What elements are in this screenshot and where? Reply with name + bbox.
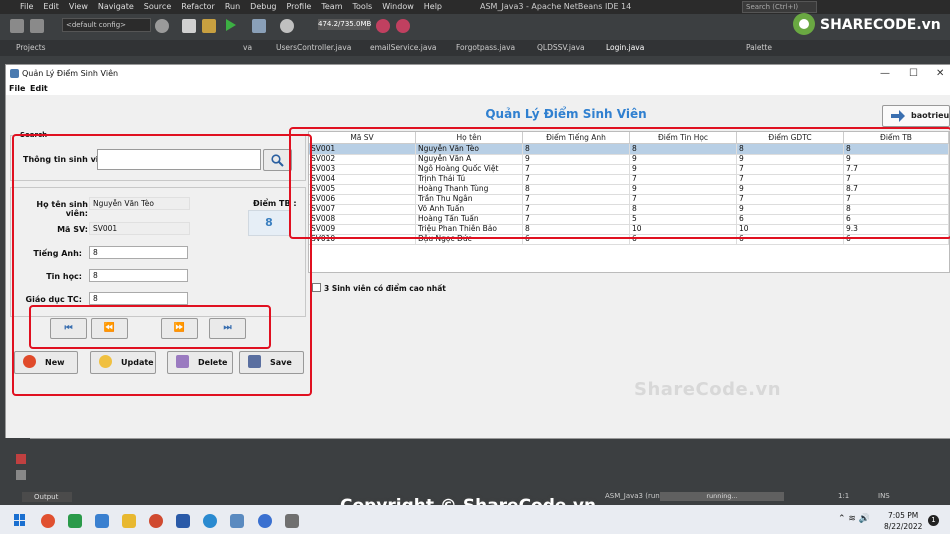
cursor-position: 1:1 xyxy=(838,492,850,500)
clean-build-icon[interactable] xyxy=(202,19,216,33)
insert-mode: INS xyxy=(878,492,890,500)
sharecode-logo: SHARECODE.vn xyxy=(793,13,941,35)
notification-badge[interactable]: 1 xyxy=(928,515,939,526)
ide-left-strip xyxy=(0,438,30,488)
redo-icon[interactable] xyxy=(30,19,44,33)
ide-menu-refactor[interactable]: Refactor xyxy=(181,2,215,11)
gc2-icon[interactable] xyxy=(396,19,410,33)
undo-icon[interactable] xyxy=(10,19,24,33)
ide-menu-source[interactable]: Source xyxy=(144,2,171,11)
file-explorer-icon[interactable] xyxy=(122,514,136,528)
run-icon[interactable] xyxy=(226,19,236,31)
minimize-icon[interactable]: — xyxy=(880,68,890,79)
maximize-icon[interactable]: ☐ xyxy=(909,68,918,79)
ide-menu-help[interactable]: Help xyxy=(424,2,442,11)
ide-menu-debug[interactable]: Debug xyxy=(250,2,276,11)
highlight-box-table xyxy=(289,127,950,239)
word-icon[interactable] xyxy=(176,514,190,528)
tab-forgotpass[interactable]: Forgotpass.java xyxy=(456,43,515,52)
app-menubar: File Edit xyxy=(6,83,950,95)
ide-window-title: ASM_Java3 - Apache NetBeans IDE 14 xyxy=(480,2,632,11)
config-select[interactable]: <default config> xyxy=(62,18,151,32)
profile-icon[interactable] xyxy=(280,19,294,33)
run-progress: running... xyxy=(660,492,784,501)
edge-icon[interactable] xyxy=(203,514,217,528)
highlight-box-left xyxy=(12,134,312,396)
ide-menu-view[interactable]: View xyxy=(69,2,88,11)
tab-emailservice[interactable]: emailService.java xyxy=(370,43,437,52)
clock-time: 7:05 PM xyxy=(888,511,919,520)
svg-text:SHARECODE.vn: SHARECODE.vn xyxy=(820,17,941,33)
weather-icon[interactable] xyxy=(41,514,55,528)
output-tab[interactable]: Output xyxy=(22,492,72,502)
globe-icon[interactable] xyxy=(155,19,169,33)
top3-label: 3 Sinh viên có điểm cao nhất xyxy=(324,284,446,293)
ide-menu-navigate[interactable]: Navigate xyxy=(98,2,134,11)
tab-userscontroller[interactable]: UsersController.java xyxy=(276,43,351,52)
tools-icon[interactable] xyxy=(16,470,26,480)
app-window: Quản Lý Điểm Sinh Viên — ☐ ✕ File Edit Q… xyxy=(5,64,950,439)
tray-icons[interactable]: ⌃ ≋ 🔊 xyxy=(838,514,878,526)
tab-login[interactable]: Login.java xyxy=(606,43,644,52)
app-menu-edit[interactable]: Edit xyxy=(30,84,48,93)
ide-menu-edit[interactable]: Edit xyxy=(43,2,59,11)
memory-indicator[interactable]: 474.2/735.0MB xyxy=(318,19,371,30)
ide-menu-team[interactable]: Team xyxy=(321,2,342,11)
debug-icon[interactable] xyxy=(252,19,266,33)
report-button[interactable]: baotrieu xyxy=(882,105,950,127)
app-window-title: Quản Lý Điểm Sinh Viên xyxy=(22,69,119,78)
ide-menu-window[interactable]: Window xyxy=(382,2,414,11)
run-status-project: ASM_Java3 (run) xyxy=(605,492,663,500)
windows-start-icon[interactable] xyxy=(14,514,26,526)
app-menu-file[interactable]: File xyxy=(9,84,25,93)
ide-tabbar: Projects va UsersController.java emailSe… xyxy=(0,40,950,56)
ide-menu-tools[interactable]: Tools xyxy=(353,2,373,11)
powerpoint-icon[interactable] xyxy=(149,514,163,528)
clock-date: 8/22/2022 xyxy=(884,522,923,531)
tab-palette[interactable]: Palette xyxy=(746,43,772,52)
tab-qldssv[interactable]: QLDSSV.java xyxy=(537,43,585,52)
ide-menu-run[interactable]: Run xyxy=(225,2,240,11)
ide-menu-file[interactable]: File xyxy=(20,2,33,11)
java-app-icon xyxy=(10,69,19,78)
page-title: Quản Lý Điểm Sinh Viên xyxy=(485,107,647,121)
stop-icon[interactable] xyxy=(16,454,26,464)
gc-icon[interactable] xyxy=(376,19,390,33)
netbeans-icon[interactable] xyxy=(230,514,244,528)
java-icon[interactable] xyxy=(285,514,299,528)
tab-va[interactable]: va xyxy=(243,43,252,52)
ide-menubar: File Edit View Navigate Source Refactor … xyxy=(20,2,442,11)
taskbar-app-icon[interactable] xyxy=(68,514,82,528)
hammer-icon[interactable] xyxy=(182,19,196,33)
watermark-center: ShareCode.vn xyxy=(634,379,782,400)
close-icon[interactable]: ✕ xyxy=(936,68,944,79)
checkbox-icon xyxy=(312,283,321,292)
windows-taskbar: ⌃ ≋ 🔊 7:05 PM 8/22/2022 1 xyxy=(0,505,950,534)
app-titlebar: Quản Lý Điểm Sinh Viên — ☐ ✕ xyxy=(6,65,950,83)
ide-menu-profile[interactable]: Profile xyxy=(286,2,311,11)
report-button-label: baotrieu xyxy=(911,111,950,120)
arrow-right-icon xyxy=(891,110,905,122)
top3-checkbox[interactable]: 3 Sinh viên có điểm cao nhất xyxy=(312,283,446,293)
highlight-box-nav xyxy=(29,305,271,349)
tab-projects[interactable]: Projects xyxy=(16,43,46,52)
zalo-icon[interactable] xyxy=(258,514,272,528)
taskbar-app-icon[interactable] xyxy=(95,514,109,528)
